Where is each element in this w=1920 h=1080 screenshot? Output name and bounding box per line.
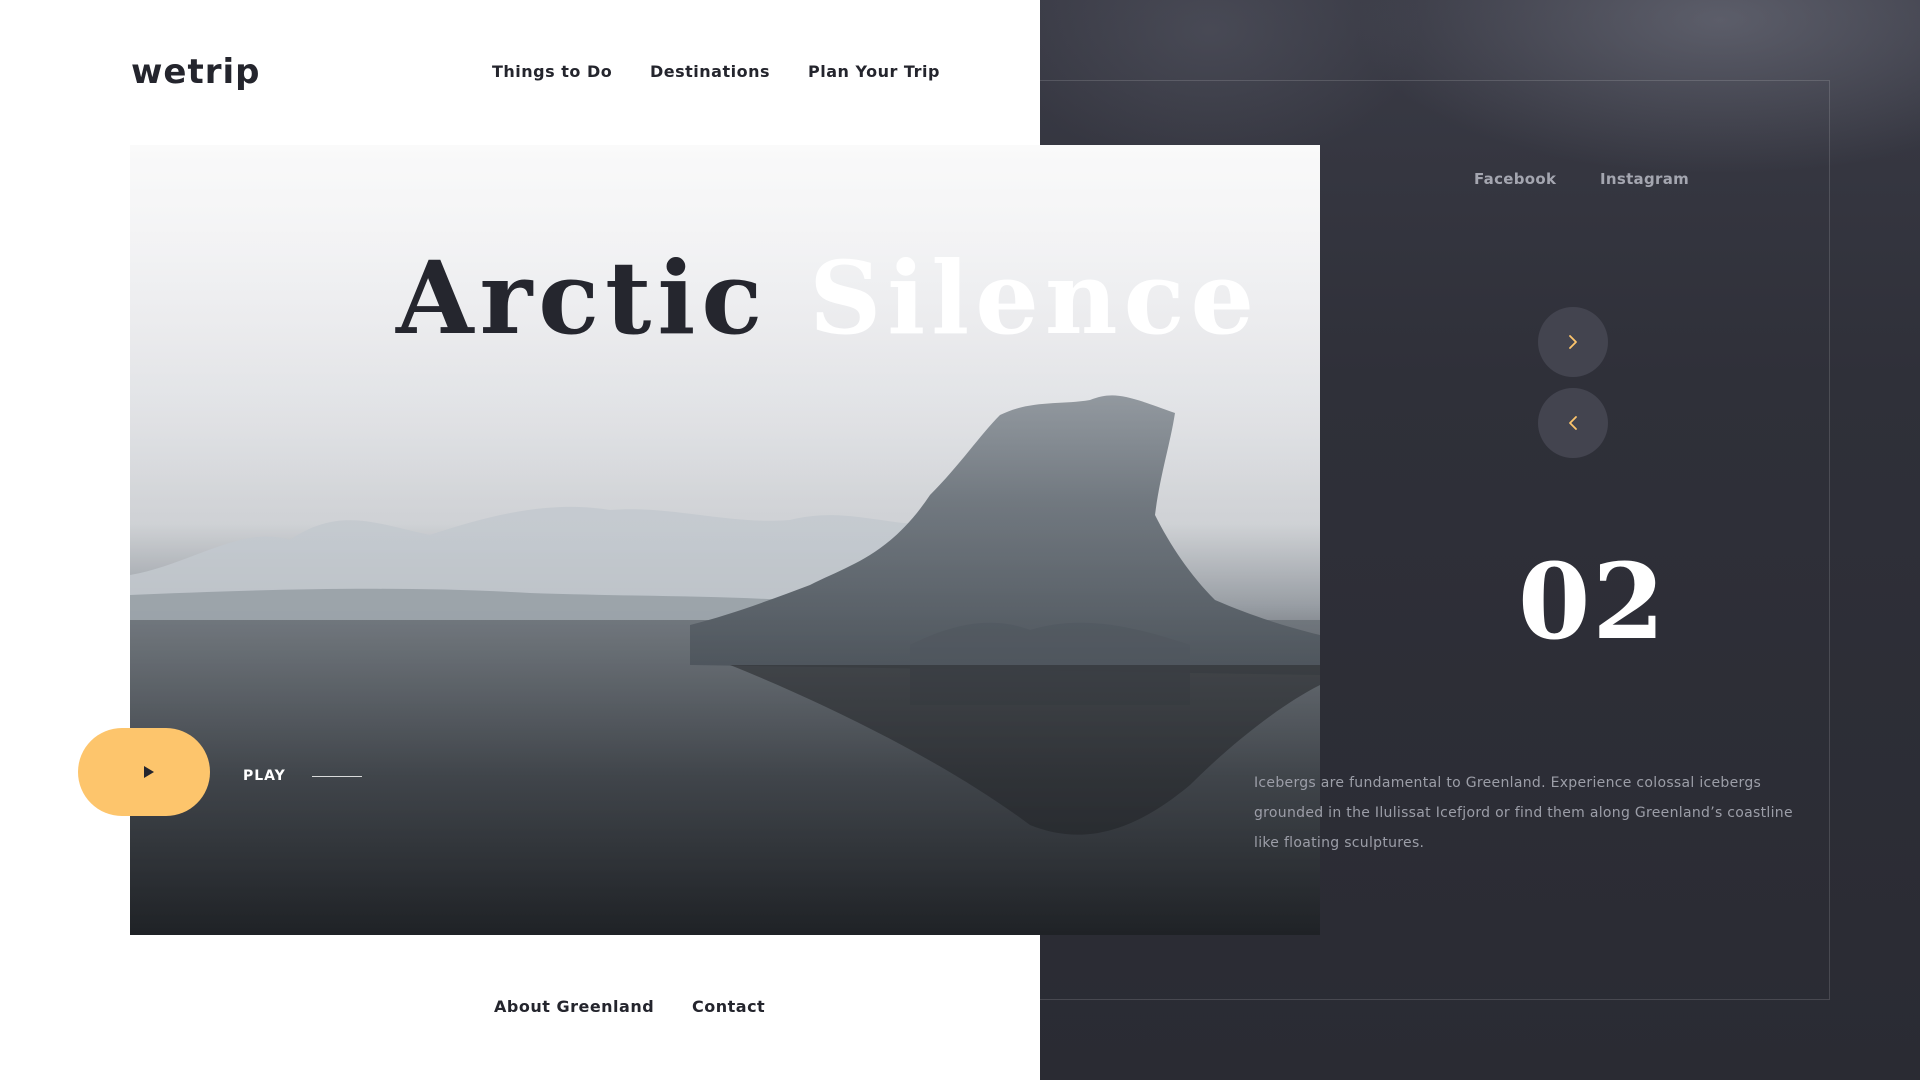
footer-contact[interactable]: Contact: [692, 997, 765, 1016]
hero-title-part1: Arctic: [396, 239, 769, 357]
slide-description: Icebergs are fundamental to Greenland. E…: [1254, 775, 1793, 851]
footer-about-greenland[interactable]: About Greenland: [494, 997, 654, 1016]
nav-things-to-do[interactable]: Things to Do: [492, 62, 612, 81]
hero-title-part2: Silence: [809, 239, 1261, 357]
nav-destinations[interactable]: Destinations: [650, 62, 770, 81]
play-line-divider: [312, 776, 362, 777]
social-facebook[interactable]: Facebook: [1474, 170, 1556, 188]
nav-plan-your-trip[interactable]: Plan Your Trip: [808, 62, 940, 81]
chevron-left-icon: [1569, 416, 1577, 430]
play-label[interactable]: PLAY: [243, 768, 286, 784]
next-slide-button[interactable]: [1538, 307, 1608, 377]
prev-slide-button[interactable]: [1538, 388, 1608, 458]
chevron-right-icon: [1569, 335, 1577, 349]
play-button[interactable]: [78, 728, 210, 816]
play-icon: [144, 766, 154, 778]
logo[interactable]: wetrip: [131, 52, 260, 92]
social-instagram[interactable]: Instagram: [1600, 170, 1689, 188]
hero-title: Arctic Silence: [396, 248, 1254, 348]
slide-number: 02: [1518, 540, 1667, 663]
